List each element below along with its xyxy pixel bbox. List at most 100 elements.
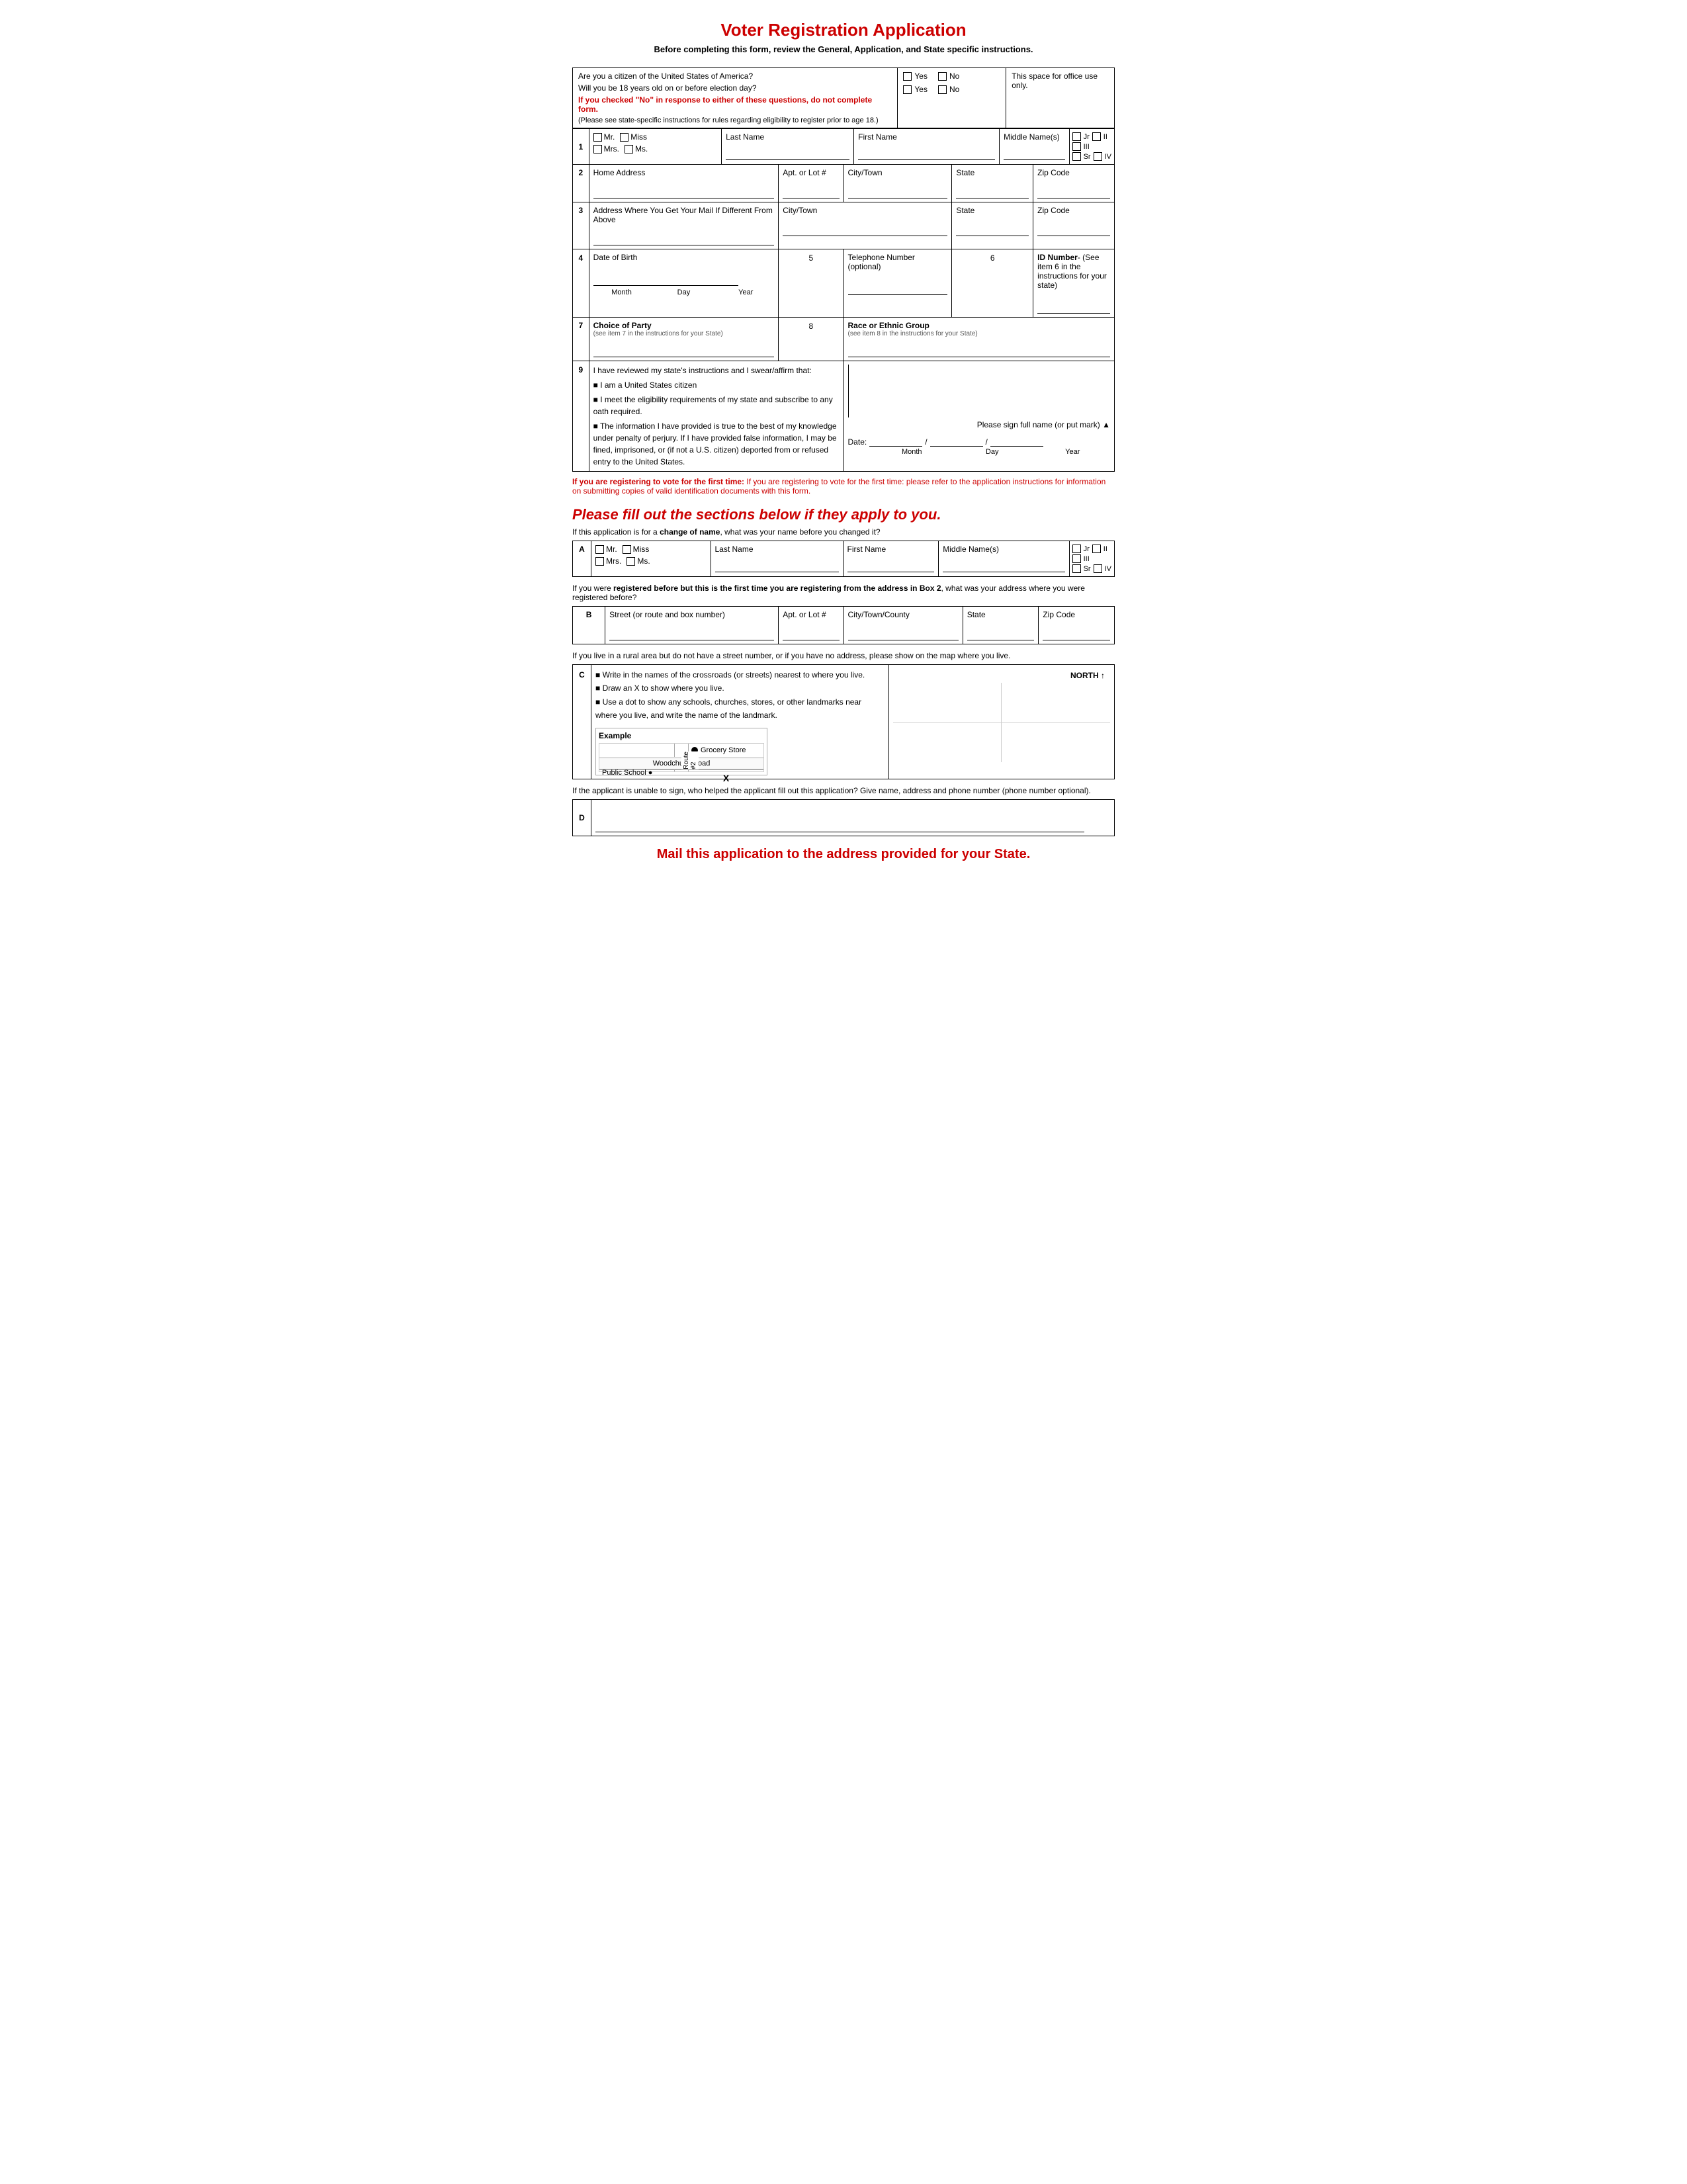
- map-quadrant-3[interactable]: [893, 722, 1002, 762]
- state-field2[interactable]: [956, 185, 1029, 198]
- rowa-titles2: Mrs. Ms.: [595, 556, 707, 566]
- b-city-label: City/Town/County: [848, 610, 959, 619]
- first-name-label: First Name: [858, 132, 995, 142]
- first-name-field[interactable]: [858, 147, 995, 160]
- b-zip-field[interactable]: [1043, 627, 1110, 640]
- rowb-letter: B: [573, 607, 605, 644]
- b-city-field[interactable]: [848, 627, 959, 640]
- oath-bullet3: ■ The information I have provided is tru…: [593, 420, 840, 468]
- a-mrs-checkbox[interactable]: [595, 557, 604, 566]
- month-label4: Month: [593, 288, 650, 296]
- race-field[interactable]: [848, 344, 1110, 357]
- rural-info: If you live in a rural area but do not h…: [572, 651, 1115, 660]
- a-jr-checkbox[interactable]: [1072, 545, 1081, 553]
- a-last-name-field[interactable]: [715, 559, 839, 572]
- party-field[interactable]: [593, 344, 775, 357]
- last-name-field[interactable]: [726, 147, 849, 160]
- map-quadrant-4[interactable]: [1002, 722, 1110, 762]
- a-ms-checkbox[interactable]: [627, 557, 635, 566]
- a-iv-checkbox[interactable]: [1094, 564, 1102, 573]
- party-label: Choice of Party: [593, 321, 775, 330]
- year-label4: Year: [717, 288, 774, 296]
- state-field3[interactable]: [956, 223, 1029, 236]
- b-state-field[interactable]: [967, 627, 1035, 640]
- month-label9: Month: [875, 448, 950, 456]
- home-address-label: Home Address: [593, 168, 775, 177]
- row3-num: 3: [573, 202, 589, 249]
- row5-num: 5: [779, 249, 844, 318]
- rowc-inst1: ■ Write in the names of the crossroads (…: [595, 668, 885, 681]
- b-apt-label: Apt. or Lot #: [783, 610, 839, 619]
- b-street-field[interactable]: [609, 627, 774, 640]
- city-field2[interactable]: [848, 185, 948, 198]
- row1-titles2: Mrs. Ms.: [593, 144, 718, 153]
- rowd-field[interactable]: [591, 799, 1115, 836]
- yes1-checkbox[interactable]: [903, 72, 912, 81]
- mr-checkbox[interactable]: [593, 133, 602, 142]
- no2-checkbox[interactable]: [938, 85, 947, 94]
- apt-field2[interactable]: [783, 185, 839, 198]
- map-quadrant-1[interactable]: [893, 683, 1002, 722]
- row-c-table: C ■ Write in the names of the crossroads…: [572, 664, 1115, 779]
- iii-checkbox[interactable]: [1072, 142, 1081, 151]
- office-use-box: This space for office use only.: [1006, 68, 1115, 128]
- change-name-info: If this application is for a change of n…: [572, 527, 1115, 537]
- signature-area[interactable]: [848, 365, 1110, 417]
- route-label: Route #2: [681, 752, 699, 769]
- a-last-name-label: Last Name: [715, 545, 839, 554]
- a-first-name-field[interactable]: [847, 559, 935, 572]
- b-apt-field[interactable]: [783, 627, 839, 640]
- ii-checkbox[interactable]: [1092, 132, 1101, 141]
- a-miss-checkbox[interactable]: [623, 545, 631, 554]
- row1-num: 1: [573, 129, 589, 165]
- a-iii-label: III: [1084, 555, 1090, 563]
- phone-label: Telephone Number (optional): [848, 253, 948, 271]
- a-sr-label: Sr: [1084, 565, 1091, 573]
- row6-num: 6: [952, 249, 1033, 318]
- home-address-field[interactable]: [593, 185, 775, 198]
- miss-checkbox[interactable]: [620, 133, 628, 142]
- row7-num: 7: [573, 318, 589, 361]
- intro-section: Are you a citizen of the United States o…: [572, 67, 1115, 128]
- no1-checkbox[interactable]: [938, 72, 947, 81]
- zip-field3[interactable]: [1037, 223, 1110, 236]
- row9-num: 9: [573, 361, 589, 472]
- a-mr-checkbox[interactable]: [595, 545, 604, 554]
- mr-label: Mr.: [604, 132, 615, 142]
- id-label: ID Number- (See item 6 in the instructio…: [1037, 253, 1110, 290]
- a-first-name-label: First Name: [847, 545, 935, 554]
- a-iii-checkbox[interactable]: [1072, 554, 1081, 563]
- yes2-checkbox[interactable]: [903, 85, 912, 94]
- mail-address-field[interactable]: [593, 232, 775, 245]
- a-iv-label: IV: [1105, 565, 1111, 573]
- no2-label: No: [949, 85, 959, 94]
- oath-bullet1: ■ I am a United States citizen: [593, 379, 840, 391]
- race-label: Race or Ethnic Group: [848, 321, 1110, 330]
- phone-field[interactable]: [848, 282, 948, 295]
- dob-field[interactable]: [593, 273, 738, 286]
- date-year-field[interactable]: [990, 435, 1043, 447]
- row1-titles: Mr. Miss: [593, 132, 718, 142]
- date-month-field[interactable]: [869, 435, 922, 447]
- middle-name-label: Middle Name(s): [1004, 132, 1064, 142]
- iii-label: III: [1084, 143, 1090, 151]
- zip-field2[interactable]: [1037, 185, 1110, 198]
- sr-checkbox[interactable]: [1072, 152, 1081, 161]
- middle-name-field[interactable]: [1004, 147, 1064, 160]
- iv-checkbox[interactable]: [1094, 152, 1102, 161]
- city-field3[interactable]: [783, 223, 947, 236]
- map-quadrant-2[interactable]: [1002, 683, 1110, 722]
- dob-label: Date of Birth: [593, 253, 775, 262]
- sr-label: Sr: [1084, 153, 1091, 161]
- a-sr-checkbox[interactable]: [1072, 564, 1081, 573]
- ms-checkbox[interactable]: [625, 145, 633, 153]
- a-ii-checkbox[interactable]: [1092, 545, 1101, 553]
- a-middle-name-field[interactable]: [943, 559, 1064, 572]
- jr-checkbox[interactable]: [1072, 132, 1081, 141]
- a-jr-label: Jr: [1084, 545, 1090, 553]
- row2-num: 2: [573, 165, 589, 202]
- mrs-checkbox[interactable]: [593, 145, 602, 153]
- a-miss-label: Miss: [633, 545, 650, 554]
- id-field[interactable]: [1037, 300, 1110, 314]
- date-day-field[interactable]: [930, 435, 983, 447]
